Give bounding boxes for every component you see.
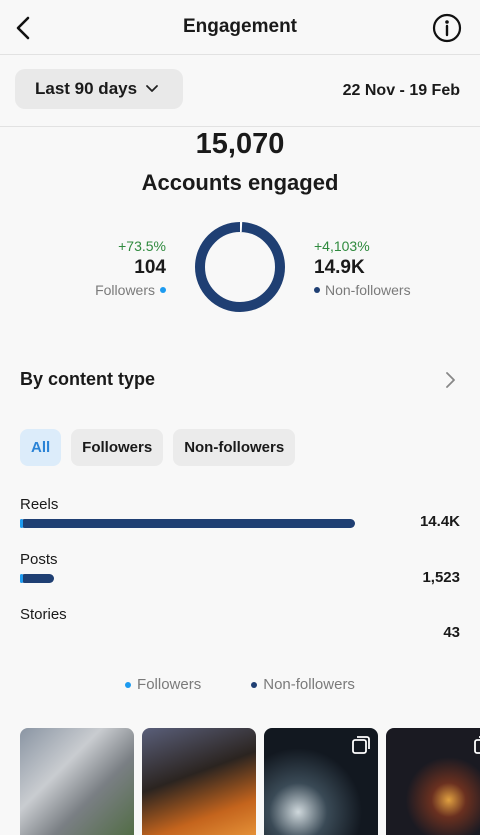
multi-photo-icon [474,736,480,754]
non-followers-stat: +4,103% 14.9K Non-followers [314,238,454,298]
chip-followers[interactable]: Followers [71,429,164,466]
date-range-dropdown[interactable]: Last 90 days [15,69,183,109]
bar-reels-non-followers [20,519,355,528]
legend-non-followers: Non-followers [251,676,355,693]
followers-label-row: Followers [60,282,166,298]
legend-followers-label: Followers [137,676,202,693]
top-bar: Engagement [0,0,480,55]
accounts-engaged-label: Accounts engaged [141,170,339,195]
thumbnail-4[interactable] [386,728,480,835]
chart-legend: Followers Non-followers [0,676,480,693]
non-followers-label-row: Non-followers [314,282,454,298]
bar-posts-non-followers [20,574,54,583]
row-value-stories: 43 [443,624,460,641]
legend-followers-dot-icon [125,681,132,688]
page-title: Engagement [182,16,298,37]
thumbnail-1[interactable] [20,728,134,835]
row-label-posts: Posts [20,551,58,568]
non-followers-value: 14.9K [314,257,365,278]
content-thumbnails [20,728,480,835]
chevron-down-icon [146,85,158,92]
date-range-dropdown-label: Last 90 days [35,79,138,98]
info-button[interactable] [432,13,462,43]
chip-all[interactable]: All [20,429,62,466]
non-followers-label: Non-followers [325,282,411,298]
followers-dot-icon [160,287,166,293]
thumbnail-3[interactable] [264,728,378,835]
non-followers-dot-icon [314,287,320,293]
followers-change: +73.5% [118,238,166,254]
row-label-stories: Stories [20,606,67,623]
info-icon [432,13,462,43]
date-range-text: 22 Nov - 19 Feb [342,82,460,99]
legend-followers: Followers [125,676,201,693]
row-value-posts: 1,523 [422,569,460,586]
legend-non-followers-label: Non-followers [263,676,355,693]
multi-photo-icon [352,736,370,754]
legend-non-followers-dot-icon [251,681,258,688]
non-followers-change: +4,103% [314,238,370,254]
row-label-reels: Reels [20,496,59,513]
chip-non-followers[interactable]: Non-followers [173,429,296,466]
followers-value: 104 [134,257,166,278]
bar-posts-followers [20,574,23,583]
filter-bar: Last 90 days 22 Nov - 19 Feb [0,55,480,127]
row-value-reels: 14.4K [419,513,460,530]
content-type-heading: By content type [20,369,156,389]
content-filter-chips: All Followers Non-followers [20,429,296,466]
bar-reels-followers [20,519,23,528]
followers-stat: +73.5% 104 Followers [60,238,166,298]
followers-label: Followers [95,282,155,298]
engagement-donut-chart [195,222,285,312]
accounts-engaged-total: 15,070 [195,128,285,160]
thumbnail-2[interactable] [142,728,256,835]
donut-non-followers-arc [195,222,285,312]
chevron-right-icon[interactable] [442,370,458,390]
